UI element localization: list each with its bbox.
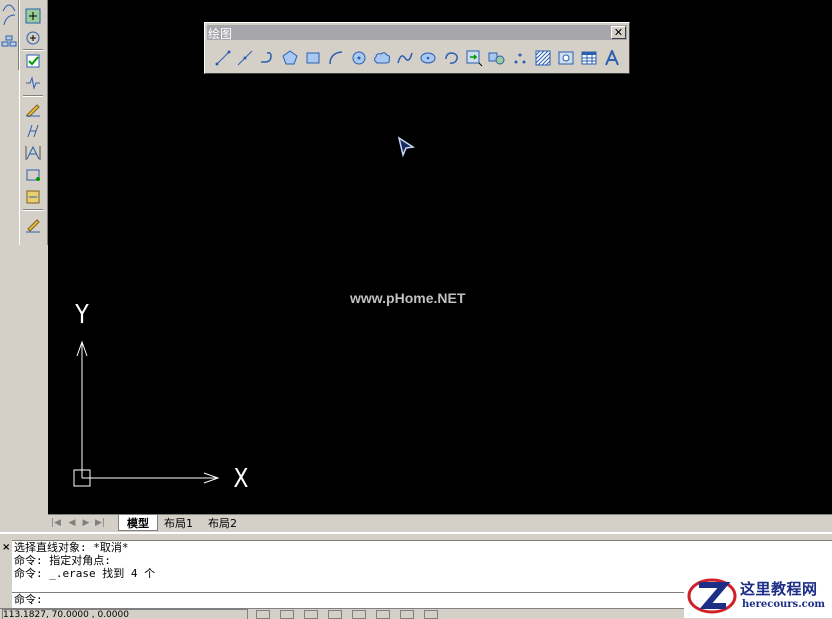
oblique-dimension-icon[interactable] [23, 122, 43, 140]
toolbar-separator [23, 49, 43, 51]
layout-tab-bar: |◀ ◀ ▶ ▶| 模型 布局1 布局2 [48, 514, 832, 532]
pencil-edit-icon[interactable] [23, 100, 43, 118]
logo-mark-icon [687, 578, 737, 614]
point-icon[interactable] [510, 48, 530, 68]
arc-tool-icon[interactable] [1, 12, 17, 28]
tab-model[interactable]: 模型 [118, 515, 158, 531]
region-icon[interactable] [556, 48, 576, 68]
command-history-line: 选择直线对象: *取消* [14, 541, 129, 554]
previous-tab-icon[interactable]: ◀ [66, 516, 78, 530]
rectangle-icon[interactable] [303, 48, 323, 68]
toolbar-separator [23, 209, 43, 211]
hatch-icon[interactable] [533, 48, 553, 68]
spline-icon[interactable] [395, 48, 415, 68]
dimension-update-icon[interactable] [23, 166, 43, 184]
multiline-text-icon[interactable] [602, 48, 622, 68]
command-history-line: 命令: 指定对角点: [14, 554, 111, 567]
site-logo: 这里教程网 herecours.com [684, 574, 832, 618]
arc-icon[interactable] [326, 48, 346, 68]
last-tab-icon[interactable]: ▶| [94, 516, 106, 530]
polyline-icon[interactable] [257, 48, 277, 68]
dimension-style-icon[interactable] [23, 188, 43, 206]
jogged-line-icon[interactable] [23, 74, 43, 92]
toolbar-separator [23, 95, 43, 97]
table-icon[interactable] [579, 48, 599, 68]
logo-subtitle: herecours.com [742, 599, 826, 610]
tab-layout2[interactable]: 布局2 [200, 515, 245, 530]
add-icon[interactable] [23, 7, 43, 25]
left-toolbar-strip [0, 0, 19, 70]
insert-block-icon[interactable] [464, 48, 484, 68]
ucs-x-label: X [233, 464, 249, 494]
draw-toolbar[interactable]: 绘图 ✕ [204, 22, 630, 74]
command-window-close-icon[interactable]: × [2, 542, 10, 553]
make-block-icon[interactable] [487, 48, 507, 68]
draw-toolbar-title: 绘图 [208, 27, 233, 41]
ucs-y-label: Y [75, 300, 89, 330]
tab-layout1[interactable]: 布局1 [156, 515, 201, 530]
next-tab-icon[interactable]: ▶ [80, 516, 92, 530]
construction-line-icon[interactable] [235, 48, 255, 68]
cursor-arrow-icon [397, 136, 416, 158]
command-prompt: 命令: [14, 593, 43, 606]
dimension-text-icon[interactable] [23, 144, 43, 162]
close-icon[interactable]: ✕ [611, 26, 626, 39]
revision-cloud-icon[interactable] [372, 48, 392, 68]
ellipse-arc-icon[interactable] [441, 48, 461, 68]
ucs-icon [73, 340, 220, 487]
draw-toolbar-titlebar[interactable] [207, 25, 627, 40]
circle-icon[interactable] [349, 48, 369, 68]
first-tab-icon[interactable]: |◀ [50, 516, 62, 530]
check-icon[interactable] [23, 52, 43, 70]
ellipse-icon[interactable] [418, 48, 438, 68]
logo-title: 这里教程网 [740, 580, 818, 598]
dimension-edit-icon[interactable] [23, 216, 43, 234]
left-toolbar [19, 0, 48, 245]
center-mark-icon[interactable] [23, 29, 43, 47]
line-icon[interactable] [213, 48, 233, 68]
polygon-icon[interactable] [280, 48, 300, 68]
drawing-canvas[interactable]: www.pHome.NET Y X [48, 0, 832, 514]
array-tool-icon[interactable] [1, 34, 17, 50]
watermark: www.pHome.NET [350, 290, 466, 306]
